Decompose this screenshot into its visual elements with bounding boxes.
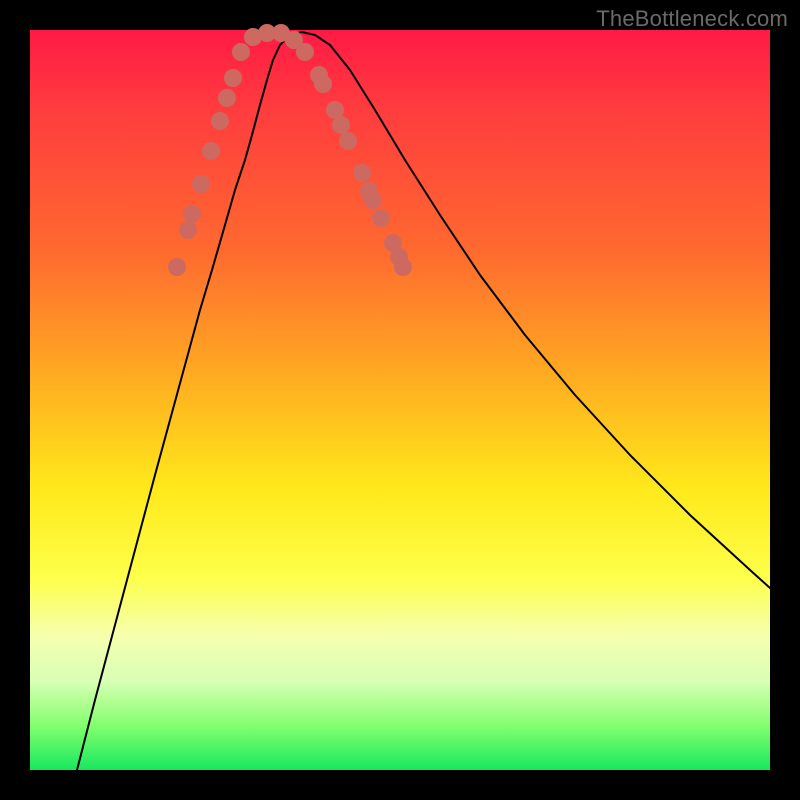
- data-marker: [211, 112, 229, 130]
- plot-area: [30, 30, 770, 770]
- data-marker: [364, 191, 382, 209]
- data-marker: [339, 132, 357, 150]
- watermark-text: TheBottleneck.com: [596, 6, 788, 32]
- data-marker: [179, 221, 197, 239]
- data-marker: [332, 116, 350, 134]
- curve-markers: [168, 24, 412, 276]
- data-marker: [168, 258, 186, 276]
- chart-svg: [30, 30, 770, 770]
- data-marker: [296, 43, 314, 61]
- data-marker: [353, 164, 371, 182]
- data-marker: [314, 75, 332, 93]
- chart-frame: TheBottleneck.com: [0, 0, 800, 800]
- data-marker: [232, 43, 250, 61]
- data-marker: [372, 209, 390, 227]
- data-marker: [183, 205, 201, 223]
- data-marker: [394, 258, 412, 276]
- data-marker: [202, 142, 220, 160]
- data-marker: [224, 69, 242, 87]
- data-marker: [218, 89, 236, 107]
- curve-line: [77, 32, 770, 770]
- data-marker: [192, 175, 210, 193]
